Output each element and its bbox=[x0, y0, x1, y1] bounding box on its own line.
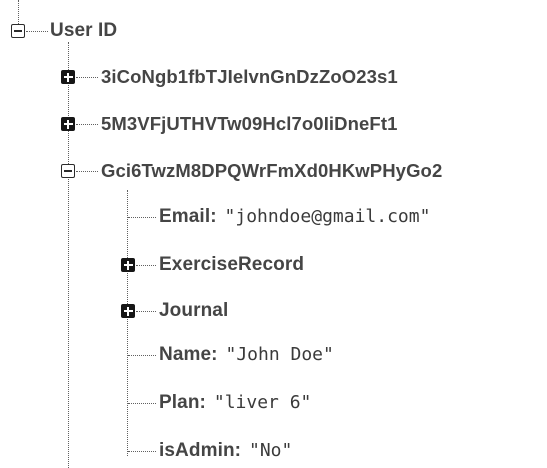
tree-connector-child-2 bbox=[76, 124, 98, 125]
expand-user-1-icon[interactable] bbox=[61, 70, 75, 84]
field-value-is-admin: "No" bbox=[248, 440, 293, 461]
field-is-admin[interactable]: isAdmin: "No" bbox=[159, 439, 292, 463]
tree-connector-email bbox=[128, 217, 156, 218]
field-colon: : bbox=[234, 440, 241, 461]
field-colon: : bbox=[210, 206, 217, 227]
tree-connector-isadmin bbox=[128, 451, 156, 452]
field-colon: : bbox=[211, 344, 218, 365]
tree-guide-root bbox=[18, 0, 19, 24]
node-key-user-2: 5M3VFjUTHVTw09Hcl7o0IiDneFt1 bbox=[101, 113, 398, 134]
tree-node-user-3[interactable]: Gci6TwzM8DPQWrFmXd0HKwPHyGo2 bbox=[101, 159, 442, 183]
tree-connector-journal bbox=[136, 311, 156, 312]
field-key-email: Email bbox=[159, 206, 211, 227]
node-key-journal: Journal bbox=[159, 300, 229, 321]
field-email[interactable]: Email: "johndoe@gmail.com" bbox=[159, 205, 430, 229]
field-plan[interactable]: Plan: "liver 6" bbox=[159, 391, 311, 415]
tree-node-user-2[interactable]: 5M3VFjUTHVTw09Hcl7o0IiDneFt1 bbox=[101, 112, 397, 136]
node-key-exercise-record: ExerciseRecord bbox=[159, 254, 305, 275]
tree-connector-name bbox=[128, 355, 156, 356]
field-value-name: "John Doe" bbox=[225, 344, 334, 365]
node-key-user-id: User ID bbox=[50, 20, 118, 41]
tree-node-exercise-record[interactable]: ExerciseRecord bbox=[159, 253, 304, 277]
tree-connector-plan bbox=[128, 403, 156, 404]
field-key-name: Name bbox=[159, 344, 212, 365]
tree-connector-child-1 bbox=[76, 77, 98, 78]
node-key-user-1: 3iCoNgb1fbTJIelvnGnDzZoO23s1 bbox=[101, 66, 398, 87]
collapse-user-3-icon[interactable] bbox=[61, 164, 75, 178]
expand-user-2-icon[interactable] bbox=[61, 117, 75, 131]
tree-connector-root bbox=[26, 31, 48, 32]
field-value-plan: "liver 6" bbox=[213, 392, 312, 413]
expand-exercise-record-icon[interactable] bbox=[121, 258, 135, 272]
tree-node-user-1[interactable]: 3iCoNgb1fbTJIelvnGnDzZoO23s1 bbox=[101, 65, 398, 89]
field-key-plan: Plan bbox=[159, 392, 200, 413]
tree-node-user-id[interactable]: User ID bbox=[50, 19, 117, 43]
field-value-email: "johndoe@gmail.com" bbox=[224, 206, 431, 227]
expand-journal-icon[interactable] bbox=[121, 304, 135, 318]
tree-guide-root-children bbox=[68, 42, 69, 468]
field-key-is-admin: isAdmin bbox=[159, 440, 235, 461]
field-name[interactable]: Name: "John Doe" bbox=[159, 343, 334, 367]
tree-guide-gci6-children bbox=[127, 190, 128, 456]
tree-connector-child-3 bbox=[76, 171, 98, 172]
tree-node-journal[interactable]: Journal bbox=[159, 299, 228, 323]
tree-connector-exercise bbox=[136, 265, 156, 266]
field-colon: : bbox=[199, 392, 206, 413]
collapse-root-icon[interactable] bbox=[11, 24, 25, 38]
node-key-user-3: Gci6TwzM8DPQWrFmXd0HKwPHyGo2 bbox=[101, 160, 443, 181]
